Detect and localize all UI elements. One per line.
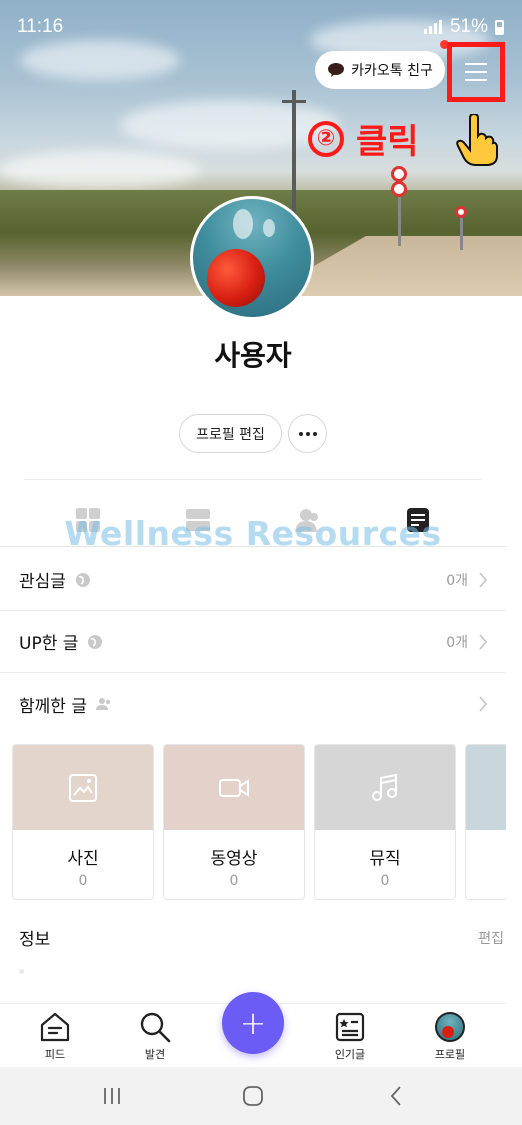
nav-popular[interactable]: 인기글 [315, 1010, 385, 1062]
list-item-count: 0개 [446, 634, 468, 651]
kakao-friend-label: 카카오톡 친구 [351, 63, 433, 79]
nav-profile[interactable]: 프로필 [415, 1010, 485, 1062]
card-title: 동영상 [210, 849, 258, 869]
list-item-liked-posts[interactable]: 관심글 0개 [0, 549, 506, 611]
nav-label: 피드 [44, 1048, 66, 1061]
public-icon [75, 572, 90, 587]
menu-button[interactable] [447, 42, 505, 102]
people-icon [95, 698, 111, 710]
card-count: 0 [78, 873, 88, 889]
chevron-right-icon [479, 633, 488, 650]
create-post-button[interactable]: + [222, 992, 284, 1054]
back-button[interactable] [376, 1081, 416, 1111]
recent-apps-icon [104, 1088, 120, 1104]
nav-label: 인기글 [334, 1048, 366, 1061]
list-item-label: 관심글 [19, 572, 66, 592]
card-count: 0 [380, 873, 390, 889]
watermark-text: Wellness Resources [64, 514, 442, 553]
music-icon [372, 773, 397, 801]
info-edit-link[interactable]: 편집 [478, 928, 504, 948]
hamburger-icon [465, 63, 487, 65]
profile-name: 사용자 [214, 339, 292, 372]
media-cards: 사진 0 동영상 0 뮤직 0 [12, 744, 506, 900]
public-icon [88, 634, 103, 649]
home-icon [40, 1012, 70, 1042]
kakao-friend-button[interactable]: 카카오톡 친구 [315, 51, 445, 89]
card-title: 뮤직 [369, 849, 401, 869]
media-card-music[interactable]: 뮤직 0 [314, 744, 456, 900]
more-icon [298, 431, 303, 436]
nav-discover[interactable]: 발견 [120, 1010, 190, 1062]
popular-posts-icon [335, 1012, 365, 1042]
battery-icon [495, 19, 504, 35]
status-time: 11:16 [17, 16, 64, 37]
more-options-button[interactable] [288, 414, 327, 453]
list-item-label: 함께한 글 [19, 696, 87, 717]
video-icon [219, 778, 249, 797]
back-icon [390, 1086, 401, 1106]
annotation-text: 클릭 [356, 122, 419, 162]
click-annotation: ② 클릭 [308, 114, 419, 163]
nav-feed[interactable]: 피드 [20, 1010, 90, 1062]
card-count: 0 [229, 873, 239, 889]
profile-avatar-icon [435, 1012, 465, 1042]
nav-label: 발견 [144, 1048, 166, 1061]
annotation-number: ② [308, 120, 344, 157]
list-item-shared-posts[interactable]: 함께한 글 [0, 673, 506, 735]
search-icon [140, 1012, 171, 1043]
home-button[interactable] [233, 1081, 273, 1111]
battery-level: 51% [449, 16, 488, 37]
recent-apps-button[interactable] [92, 1081, 132, 1111]
tomato-image [207, 249, 265, 307]
list-item-count: 0개 [446, 572, 468, 589]
chevron-right-icon [479, 696, 488, 712]
media-card-videos[interactable]: 동영상 0 [163, 744, 305, 900]
home-circle-icon [243, 1086, 263, 1106]
list-item-up-posts[interactable]: UP한 글 0개 [0, 611, 506, 673]
divider [24, 479, 482, 480]
media-card-photos[interactable]: 사진 0 [12, 744, 154, 900]
media-card-more[interactable] [465, 744, 506, 900]
chevron-right-icon [479, 571, 488, 588]
list-item-label: UP한 글 [19, 634, 79, 654]
profile-avatar[interactable] [190, 196, 314, 320]
info-title: 정보 [19, 930, 51, 950]
photo-icon [69, 773, 97, 802]
signal-icon [423, 20, 442, 34]
chat-bubble-icon [328, 63, 345, 77]
pointing-hand-icon [456, 114, 498, 166]
edit-profile-button[interactable]: 프로필 편집 [179, 414, 282, 453]
system-nav-bar [0, 1067, 522, 1125]
nav-label: 프로필 [434, 1048, 466, 1061]
card-title: 사진 [67, 849, 99, 869]
